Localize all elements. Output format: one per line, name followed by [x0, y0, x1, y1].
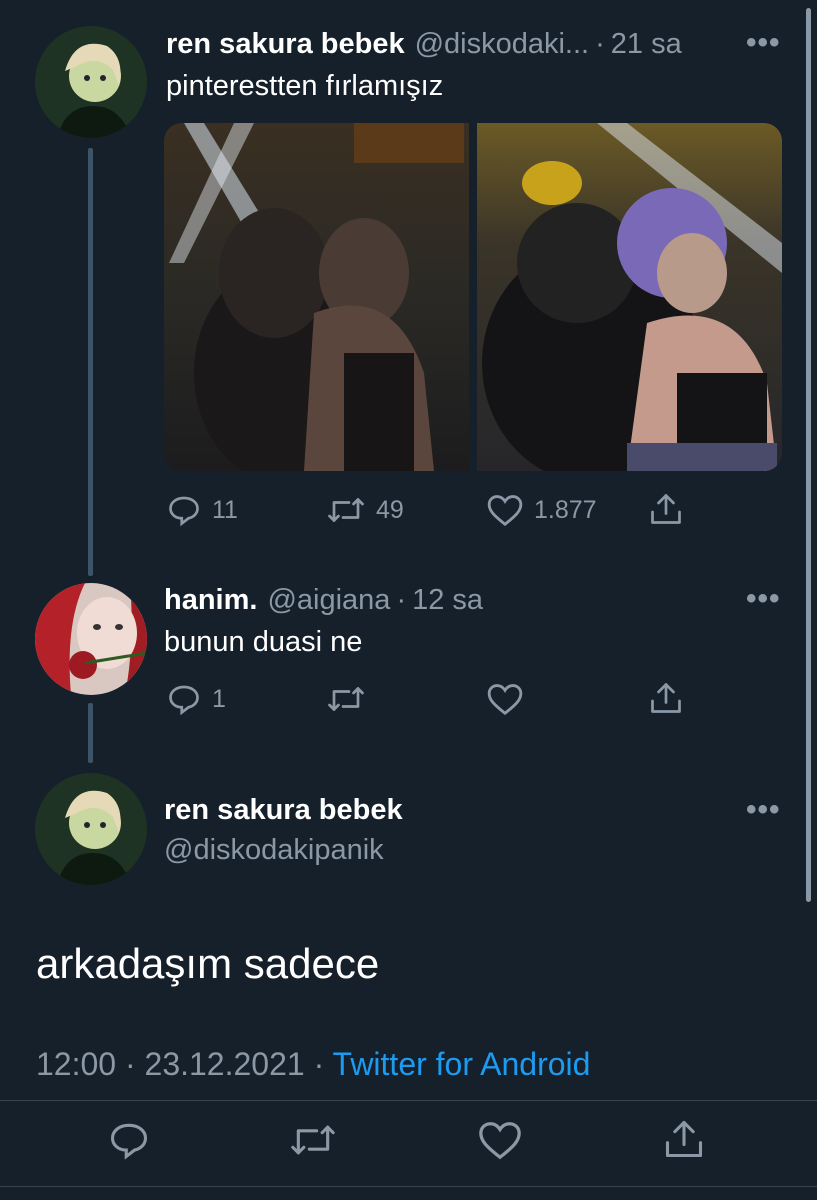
reply-count: 1: [212, 684, 226, 713]
share-button[interactable]: [662, 1116, 706, 1167]
avatar[interactable]: [35, 773, 147, 885]
reply-icon: [110, 1123, 148, 1160]
share-button[interactable]: [648, 490, 684, 528]
separator: ·: [396, 584, 407, 616]
retweet-icon: [328, 687, 364, 711]
divider: [0, 1100, 817, 1101]
share-icon: [651, 494, 681, 524]
avatar[interactable]: [35, 583, 147, 695]
tweet-text: bunun duasi ne: [164, 626, 363, 658]
reply-icon: [169, 496, 199, 527]
author-handle[interactable]: @aigiana: [267, 584, 390, 617]
share-icon: [665, 1120, 703, 1158]
tweet-header: hanim. @aigiana · 12 sa: [164, 584, 483, 617]
reply-icon: [169, 685, 199, 716]
reply-button[interactable]: [107, 1118, 151, 1167]
share-icon: [651, 683, 681, 713]
like-button[interactable]: 1.877: [486, 492, 597, 528]
like-icon: [479, 1122, 521, 1160]
separator: ·: [313, 1046, 325, 1082]
reply-button[interactable]: 1: [166, 681, 226, 717]
retweet-button[interactable]: 49: [326, 492, 404, 528]
media-grid: [164, 123, 782, 471]
tweet-header: ren sakura bebek @diskodaki... · 21 sa: [166, 28, 682, 61]
tweet-text: pinterestten fırlamışız: [166, 70, 444, 102]
like-button[interactable]: [486, 681, 524, 717]
divider: [0, 1186, 817, 1187]
like-icon: [487, 495, 523, 527]
photo[interactable]: [477, 123, 782, 471]
scrollbar[interactable]: [806, 8, 811, 902]
author-name[interactable]: hanim.: [164, 584, 257, 617]
thread-line: [88, 703, 93, 763]
like-count: 1.877: [534, 495, 597, 524]
photo[interactable]: [164, 123, 469, 471]
tweet-source-link[interactable]: Twitter for Android: [333, 1046, 591, 1082]
tweet-metadata: 12:00 · 23.12.2021 · Twitter for Android: [36, 1046, 590, 1083]
reply-button[interactable]: 11: [166, 492, 238, 528]
retweet-button[interactable]: [326, 681, 366, 717]
more-icon[interactable]: •••: [746, 584, 781, 614]
share-button[interactable]: [648, 679, 684, 717]
timestamp[interactable]: 12 sa: [412, 584, 483, 617]
more-icon[interactable]: •••: [746, 795, 781, 825]
retweet-icon: [328, 498, 364, 522]
like-icon: [487, 684, 523, 716]
separator: ·: [124, 1046, 136, 1082]
more-icon[interactable]: •••: [746, 28, 781, 58]
reply-count: 11: [212, 495, 238, 524]
avatar[interactable]: [35, 26, 147, 138]
tweet-text: arkadaşım sadece: [36, 940, 380, 987]
author-block: ren sakura bebek: [164, 794, 403, 827]
retweet-count: 49: [376, 495, 404, 524]
retweet-icon: [291, 1125, 335, 1155]
separator: ·: [595, 28, 605, 60]
author-handle[interactable]: @diskodakipanik: [164, 834, 384, 867]
retweet-button[interactable]: [289, 1118, 337, 1167]
author-handle[interactable]: @diskodaki...: [415, 28, 590, 61]
tweet-time: 12:00: [36, 1046, 117, 1082]
author-name[interactable]: ren sakura bebek: [166, 28, 405, 61]
tweet-date: 23.12.2021: [144, 1046, 305, 1082]
timestamp[interactable]: 21 sa: [611, 28, 682, 61]
thread-line: [88, 148, 93, 576]
author-name[interactable]: ren sakura bebek: [164, 794, 403, 827]
like-button[interactable]: [477, 1118, 523, 1167]
